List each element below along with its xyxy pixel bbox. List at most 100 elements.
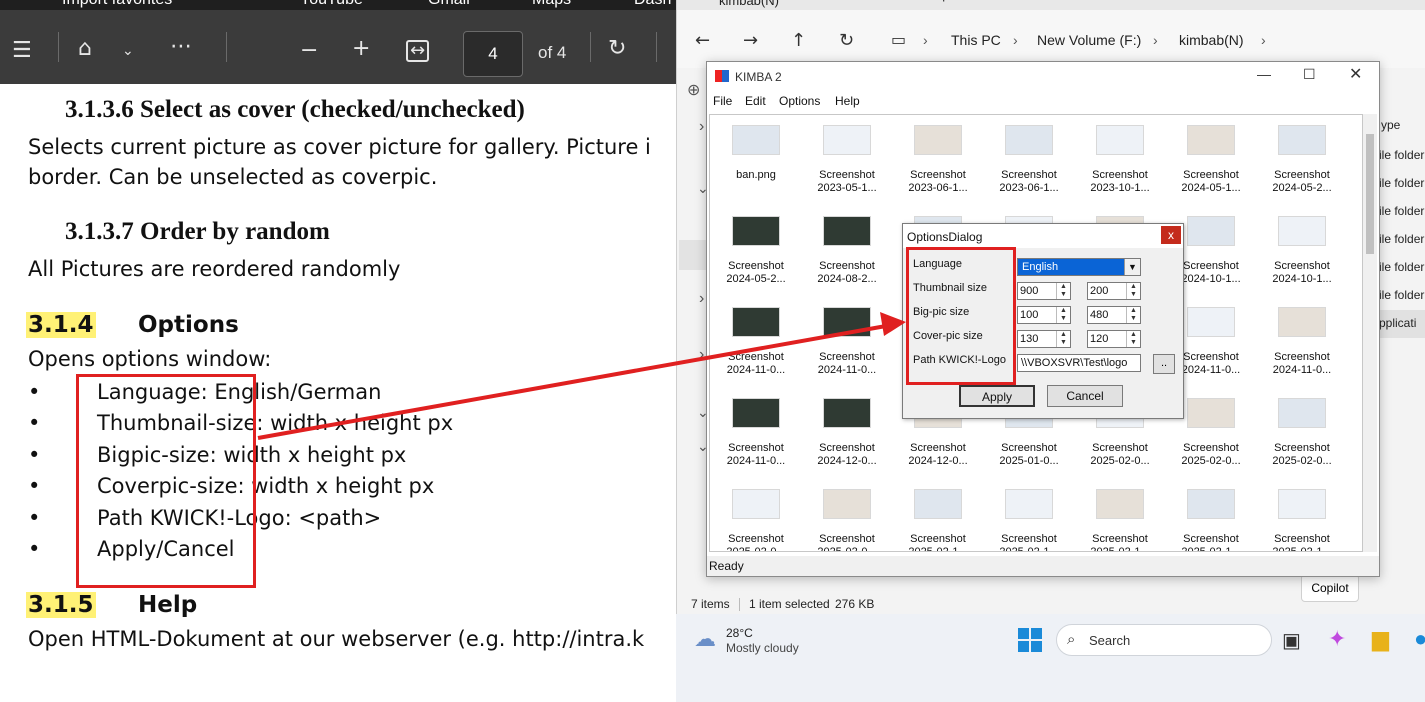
new-tab-icon[interactable]: + xyxy=(939,0,948,8)
chevron-right-icon[interactable]: › xyxy=(699,346,704,364)
thumbnail-item[interactable]: Screenshot 2024-05-2... xyxy=(1258,117,1346,205)
column-header-type[interactable]: ype xyxy=(1381,118,1400,132)
page-number-input[interactable]: 4 xyxy=(463,31,523,77)
forward-icon[interactable]: → xyxy=(743,30,758,51)
weather-desc[interactable]: Mostly cloudy xyxy=(726,641,799,655)
weather-icon[interactable]: ☁ xyxy=(694,626,716,652)
thumbnail-item[interactable]: Screenshot 2024-08-2... xyxy=(803,208,891,296)
breadcrumb-folder[interactable]: kimbab(N) xyxy=(1179,32,1244,48)
thumbnail-caption: Screenshot 2025-02-1... xyxy=(1076,533,1164,551)
thumbnail-caption: Screenshot 2024-11-0... xyxy=(1258,351,1346,377)
fit-width-icon[interactable]: ↔ xyxy=(406,40,430,62)
thumb-height-value: 200 xyxy=(1090,285,1109,297)
breadcrumb-volume[interactable]: New Volume (F:) xyxy=(1037,32,1141,48)
menu-options[interactable]: Options xyxy=(779,94,820,108)
zoom-in-icon[interactable]: + xyxy=(352,38,370,60)
logo-path-input[interactable]: \\VBOXSVR\Test\logo xyxy=(1017,354,1141,372)
file-explorer-icon[interactable]: ▆ xyxy=(1372,626,1389,652)
thumbnail-item[interactable]: Screenshot 2024-11-0... xyxy=(712,390,800,478)
thumbnail-item[interactable]: Screenshot 2025-02-0... xyxy=(1258,390,1346,478)
chevron-right-icon[interactable]: › xyxy=(699,290,704,308)
cover-width-stepper[interactable]: 130 ▲ ▼ xyxy=(1017,330,1071,348)
thumb-width-value: 900 xyxy=(1020,285,1039,297)
chevron-down-icon[interactable]: ⌄ xyxy=(122,44,134,58)
close-icon[interactable]: ✕ xyxy=(1349,64,1362,84)
dialog-close-button[interactable]: x xyxy=(1161,226,1181,244)
thumbnail-caption: Screenshot 2024-08-2... xyxy=(803,260,891,286)
start-icon[interactable] xyxy=(1018,628,1042,652)
chevron-right-icon: › xyxy=(1153,32,1158,48)
thumbnail-item[interactable]: Screenshot 2025-02-1... xyxy=(894,481,982,551)
caption-line: Screenshot xyxy=(728,351,784,363)
bullet-marker: • xyxy=(28,474,41,498)
big-height-stepper[interactable]: 480 ▲ ▼ xyxy=(1087,306,1141,324)
cover-height-stepper[interactable]: 120 ▲ ▼ xyxy=(1087,330,1141,348)
stepper-arrows-icon[interactable]: ▲ ▼ xyxy=(1126,331,1140,347)
thumbnail-item[interactable]: ban.png xyxy=(712,117,800,205)
refresh-icon[interactable]: ↻ xyxy=(839,30,854,51)
thumbnail-item[interactable]: Screenshot 2024-11-0... xyxy=(712,299,800,387)
thumbnail-item[interactable]: Screenshot 2025-02-0... xyxy=(803,481,891,551)
big-width-stepper[interactable]: 100 ▲ ▼ xyxy=(1017,306,1071,324)
thumbnail-item[interactable]: Screenshot 2025-02-1... xyxy=(1076,481,1164,551)
thumbnail-item[interactable]: Screenshot 2024-05-1... xyxy=(1167,117,1255,205)
contents-icon[interactable]: ☰ xyxy=(12,40,32,62)
thumbnail-item[interactable]: Screenshot 2024-11-0... xyxy=(803,299,891,387)
taskbar-search[interactable]: ⌕ Search xyxy=(1056,624,1272,656)
stepper-arrows-icon[interactable]: ▲ ▼ xyxy=(1056,307,1070,323)
thumbnail-item[interactable]: Screenshot 2023-06-1... xyxy=(985,117,1073,205)
weather-temp[interactable]: 28°C xyxy=(726,626,753,640)
thumbnail-item[interactable]: Screenshot 2024-12-0... xyxy=(803,390,891,478)
edge-icon[interactable]: ● xyxy=(1414,626,1425,652)
menu-edit[interactable]: Edit xyxy=(745,94,766,108)
breadcrumb-this-pc[interactable]: This PC xyxy=(951,32,1001,48)
thumb-height-stepper[interactable]: 200 ▲ ▼ xyxy=(1087,282,1141,300)
status-selected: 1 item selected xyxy=(749,597,830,611)
thumbnail-item[interactable]: Screenshot 2025-02-0... xyxy=(712,481,800,551)
thumbnail-item[interactable]: Screenshot 2024-10-1... xyxy=(1258,208,1346,296)
bookmark-youtube[interactable]: YouTube xyxy=(300,0,363,9)
chevron-down-icon[interactable]: ▼ xyxy=(1124,259,1140,275)
thumbnail-item[interactable]: Screenshot 2023-06-1... xyxy=(894,117,982,205)
bookmark-maps[interactable]: Maps xyxy=(532,0,571,9)
minimize-icon[interactable]: — xyxy=(1257,66,1271,82)
task-view-icon[interactable]: ▣ xyxy=(1282,628,1301,653)
type-cell: ile folder xyxy=(1379,176,1425,190)
caption-line: 2023-06-1... xyxy=(908,182,968,194)
menu-file[interactable]: File xyxy=(713,94,732,108)
stepper-arrows-icon[interactable]: ▲ ▼ xyxy=(1126,283,1140,299)
chevron-right-icon[interactable]: › xyxy=(699,118,704,136)
up-icon[interactable]: ↑ xyxy=(791,30,806,51)
caption-line: ban.png xyxy=(736,169,776,181)
maximize-icon[interactable]: ☐ xyxy=(1303,66,1316,83)
thumbnail-item[interactable]: Screenshot 2024-11-0... xyxy=(1258,299,1346,387)
add-icon[interactable]: ⊕ xyxy=(687,80,700,100)
rotate-icon[interactable]: ↻ xyxy=(608,38,626,60)
bookmark-dash[interactable]: Dash xyxy=(634,0,671,9)
big-height-value: 480 xyxy=(1090,309,1109,321)
highlight-icon[interactable]: ⌂ xyxy=(78,38,92,60)
thumbnail-item[interactable]: Screenshot 2023-10-1... xyxy=(1076,117,1164,205)
menu-help[interactable]: Help xyxy=(835,94,860,108)
cancel-button[interactable]: Cancel xyxy=(1047,385,1123,407)
bookmark-gmail[interactable]: Gmail xyxy=(428,0,470,9)
explorer-tab-title[interactable]: kimbab(N) xyxy=(719,0,779,8)
scrollbar[interactable] xyxy=(1363,114,1377,552)
bookmark-import-favorites[interactable]: Import favorites xyxy=(62,0,172,9)
apply-button[interactable]: Apply xyxy=(959,385,1035,407)
zoom-out-icon[interactable]: − xyxy=(300,40,318,62)
more-icon[interactable]: ⋯ xyxy=(170,36,192,58)
language-select[interactable]: English ▼ xyxy=(1017,258,1141,276)
stepper-arrows-icon[interactable]: ▲ ▼ xyxy=(1126,307,1140,323)
thumbnail-item[interactable]: Screenshot 2025-02-1... xyxy=(985,481,1073,551)
browse-button[interactable]: .. xyxy=(1153,354,1175,374)
thumb-width-stepper[interactable]: 900 ▲ ▼ xyxy=(1017,282,1071,300)
thumbnail-item[interactable]: Screenshot 2024-05-2... xyxy=(712,208,800,296)
thumbnail-item[interactable]: Screenshot 2025-02-1... xyxy=(1258,481,1346,551)
stepper-arrows-icon[interactable]: ▲ ▼ xyxy=(1056,331,1070,347)
thumbnail-item[interactable]: Screenshot 2025-02-1... xyxy=(1167,481,1255,551)
stepper-arrows-icon[interactable]: ▲ ▼ xyxy=(1056,283,1070,299)
thumbnail-item[interactable]: Screenshot 2023-05-1... xyxy=(803,117,891,205)
copilot-icon[interactable]: ✦ xyxy=(1328,626,1346,652)
back-icon[interactable]: ← xyxy=(695,30,710,51)
